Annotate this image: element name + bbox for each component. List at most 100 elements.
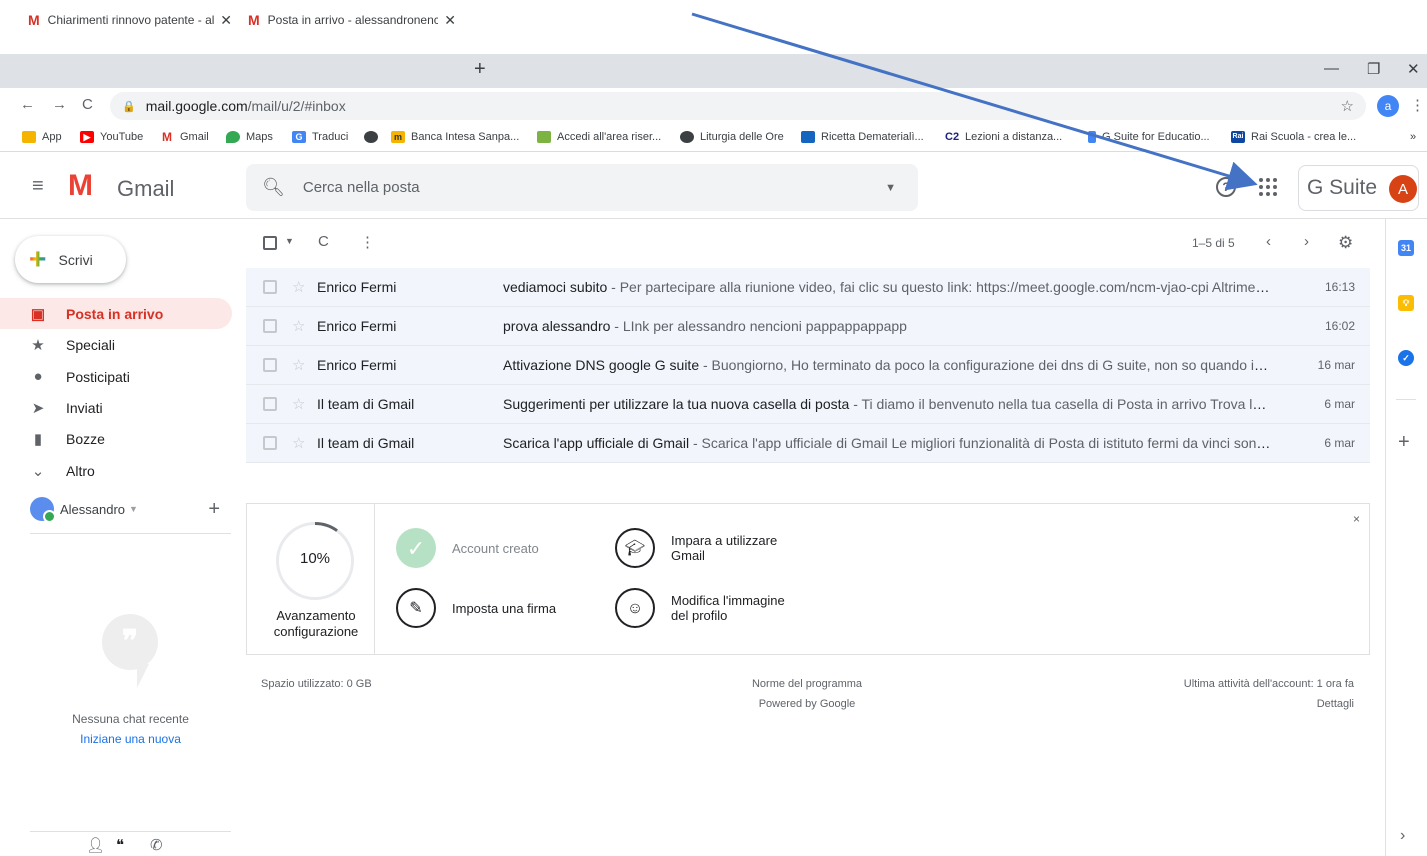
new-chat-plus-icon[interactable]: + [208,498,220,521]
search-bar[interactable]: 🔍︎ Cerca nella posta ▼ [246,164,918,211]
gsuite-account-box[interactable]: G Suite A [1298,165,1419,211]
close-tab-icon[interactable]: ✕ [220,12,232,29]
row-checkbox[interactable] [263,358,277,372]
account-avatar[interactable]: A [1389,175,1417,203]
row-checkbox[interactable] [263,280,277,294]
bookmark-star-icon[interactable]: ☆ [1341,97,1354,115]
reload-icon[interactable]: C [82,96,93,113]
bookmark-app[interactable]: App [22,131,62,143]
bank-icon: m [391,131,405,143]
close-setup-icon[interactable]: × [1353,512,1360,526]
bookmark-label: Lezioni a distanza... [965,131,1063,143]
sender: Enrico Fermi [317,357,397,373]
minimize-icon[interactable]: — [1324,60,1339,77]
nav-item-snoozed[interactable]: ● Posticipati [0,361,232,392]
bookmark-lezioni[interactable]: C2 Lezioni a distanza... [945,131,1062,143]
bookmark-youtube[interactable]: ▶ YouTube [80,131,143,143]
search-options-icon[interactable]: ▼ [885,182,896,194]
search-icon[interactable]: 🔍︎ [262,177,285,198]
calendar-icon[interactable]: 31 [1398,240,1414,256]
add-addon-icon[interactable]: + [1398,431,1410,454]
tasks-icon[interactable]: ✓ [1398,350,1414,366]
new-tab-button[interactable]: + [474,58,486,81]
row-checkbox[interactable] [263,319,277,333]
bookmark-globe[interactable] [364,131,384,143]
more-actions-icon[interactable]: ⋮ [360,233,375,251]
sender: Enrico Fermi [317,279,397,295]
start-new-chat-link[interactable]: Iniziane una nuova [30,732,231,746]
select-all-checkbox[interactable] [263,236,277,254]
message-preview: Attivazione DNS google G suite - Buongio… [503,357,1273,373]
message-row[interactable]: ☆ Il team di Gmail Scarica l'app ufficia… [246,424,1370,463]
nav-item-sent[interactable]: ➤ Inviati [0,392,232,423]
close-window-icon[interactable]: ✕ [1407,60,1420,78]
bookmark-rai-scuola[interactable]: Rai Rai Scuola - crea le... [1231,131,1356,143]
tab-title: Posta in arrivo - alessandronenci [267,13,439,27]
message-row[interactable]: ☆ Enrico Fermi prova alessandro - LInk p… [246,307,1370,346]
google-apps-icon[interactable] [1259,178,1277,196]
gmail-logo-icon[interactable]: M [68,171,93,201]
nav-item-starred[interactable]: ★ Speciali [0,329,232,360]
select-dropdown-icon[interactable]: ▼ [285,236,294,246]
star-icon[interactable]: ☆ [292,395,305,413]
bookmark-traduci[interactable]: G Traduci [292,131,348,143]
keep-icon[interactable]: 💡︎ [1398,295,1414,311]
hangouts-user[interactable]: Alessandro ▼ + [30,495,230,523]
bookmark-liturgia[interactable]: Liturgia delle Ore [680,131,784,143]
contacts-icon[interactable]: 👤︎ [86,836,105,854]
search-input[interactable]: Cerca nella posta [303,179,885,196]
details-link[interactable]: Dettagli [1054,694,1354,714]
nav-item-inbox[interactable]: ▣ Posta in arrivo [0,298,232,329]
nav-item-drafts[interactable]: ▮ Bozze [0,423,232,454]
settings-gear-icon[interactable]: ⚙ [1338,233,1353,253]
row-checkbox[interactable] [263,436,277,450]
refresh-icon[interactable]: C [318,233,329,250]
nav-item-more[interactable]: ⌄ Altro [0,455,232,486]
star-icon[interactable]: ☆ [292,356,305,374]
next-page-icon[interactable]: › [1304,233,1309,250]
maps-pin-icon [226,131,240,143]
address-bar[interactable]: 🔒 mail.google.com/mail/u/2/#inbox ☆ [110,92,1366,120]
row-checkbox[interactable] [263,397,277,411]
hangouts-icon[interactable]: ❝ [116,836,124,854]
browser-profile-avatar[interactable]: a [1377,95,1399,117]
caret-down-icon[interactable]: ▼ [129,504,138,514]
compose-button[interactable]: + Scrivi [15,236,126,283]
back-arrow-icon[interactable]: ← [20,96,35,113]
step-label: Modifica l'immagine del profilo [671,593,785,623]
subject: Attivazione DNS google G suite [503,357,700,373]
star-icon[interactable]: ☆ [292,434,305,452]
bookmark-area-riservata[interactable]: Accedi all'area riser... [537,131,661,143]
message-row[interactable]: ☆ Enrico Fermi Attivazione DNS google G … [246,346,1370,385]
browser-tab-patente[interactable]: M Chiarimenti rinnovo patente - ale ✕ [20,6,240,34]
prev-page-icon[interactable]: ‹ [1266,233,1271,250]
snippet: - Scarica l'app ufficiale di Gmail Le mi… [689,435,1273,451]
bookmark-gsuite-edu[interactable]: G Suite for Educatio... [1088,131,1210,143]
pencil-icon: ✎ [396,588,436,628]
close-tab-icon[interactable]: ✕ [444,12,456,29]
gmail-wordmark[interactable]: Gmail [117,176,174,202]
star-icon[interactable]: ☆ [292,278,305,296]
bookmark-ricetta[interactable]: Ricetta Dematerialì... [801,131,924,143]
star-icon[interactable]: ☆ [292,317,305,335]
browser-menu-icon[interactable]: ⋮ [1410,96,1425,114]
program-policies-link[interactable]: Norme del programma [707,674,907,694]
phone-icon[interactable]: ✆ [150,836,163,854]
browser-tab-inbox[interactable]: M Posta in arrivo - alessandronenci ✕ [240,6,464,34]
bookmarks-overflow[interactable]: » [1410,131,1416,143]
step-change-profile-image[interactable]: ☺ Modifica l'immagine del profilo [615,588,785,628]
help-icon[interactable]: ? [1216,177,1236,197]
message-row[interactable]: ☆ Il team di Gmail Suggerimenti per util… [246,385,1370,424]
step-set-signature[interactable]: ✎ Imposta una firma [396,588,556,628]
step-learn-gmail[interactable]: 🎓︎ Impara a utilizzare Gmail [615,528,777,568]
forward-arrow-icon[interactable]: → [52,96,67,113]
hide-panel-chevron-icon[interactable]: › [1400,827,1405,845]
bookmark-maps[interactable]: Maps [226,131,273,143]
nav-label: Inviati [66,399,103,416]
message-row[interactable]: ☆ Enrico Fermi vediamoci subito - Per pa… [246,268,1370,307]
bookmark-gmail[interactable]: M Gmail [160,131,209,143]
main-menu-icon[interactable]: ≡ [32,175,44,198]
bookmark-banca[interactable]: m Banca Intesa Sanpa... [391,131,519,143]
compose-label: Scrivi [58,251,93,268]
restore-window-icon[interactable]: ❐ [1367,60,1380,78]
